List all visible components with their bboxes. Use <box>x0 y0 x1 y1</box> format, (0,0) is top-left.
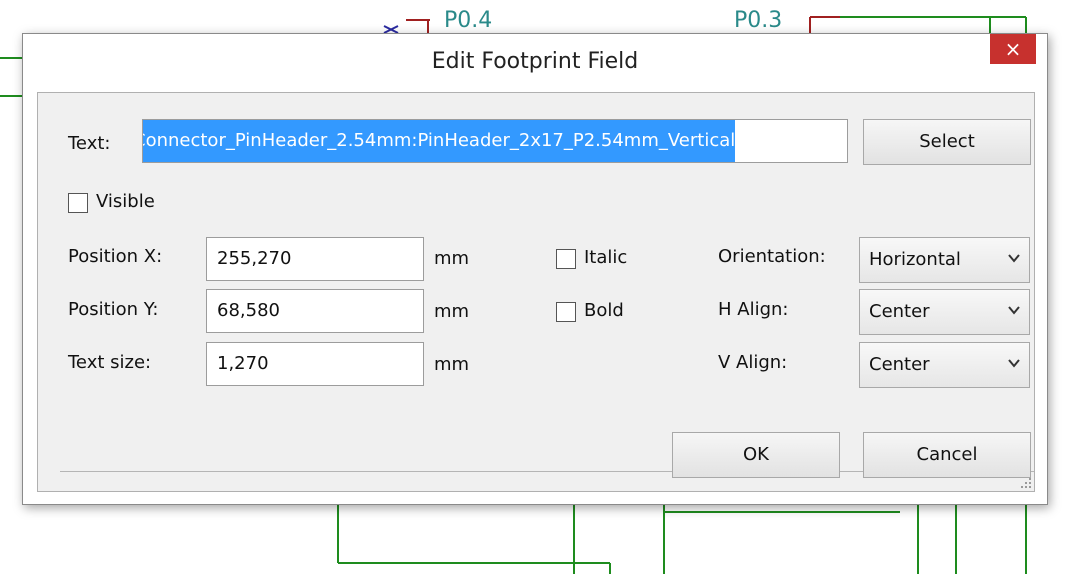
close-button[interactable]: × <box>990 34 1036 64</box>
ok-button[interactable]: OK <box>672 432 840 478</box>
position-y-label: Position Y: <box>68 299 159 320</box>
dialog-body: Text: Connector_PinHeader_2.54mm:PinHead… <box>37 92 1035 492</box>
position-y-field[interactable]: 68,580 <box>206 289 424 333</box>
edit-footprint-field-dialog: Edit Footprint Field × Text: Connector_P… <box>22 33 1048 505</box>
orientation-value: Horizontal <box>869 249 961 270</box>
chevron-down-icon <box>1008 306 1020 315</box>
italic-label: Italic <box>584 247 628 268</box>
bold-checkbox[interactable] <box>556 302 576 322</box>
orientation-dropdown[interactable]: Horizontal <box>859 237 1030 283</box>
text-size-field[interactable]: 1,270 <box>206 342 424 386</box>
v-align-label: V Align: <box>718 352 788 373</box>
h-align-label: H Align: <box>718 299 789 320</box>
visible-label: Visible <box>96 191 155 212</box>
position-x-label: Position X: <box>68 246 163 267</box>
v-align-dropdown[interactable]: Center <box>859 342 1030 388</box>
select-button[interactable]: Select <box>863 119 1031 165</box>
resize-grip-icon[interactable] <box>1020 477 1032 489</box>
text-size-unit: mm <box>434 354 470 375</box>
h-align-dropdown[interactable]: Center <box>859 289 1030 335</box>
visible-checkbox[interactable] <box>68 193 88 213</box>
text-field-value: Connector_PinHeader_2.54mm:PinHeader_2x1… <box>143 120 736 162</box>
text-label: Text: <box>68 133 111 154</box>
italic-checkbox[interactable] <box>556 249 576 269</box>
position-x-field[interactable]: 255,270 <box>206 237 424 281</box>
dialog-titlebar[interactable]: Edit Footprint Field × <box>23 34 1047 92</box>
v-align-value: Center <box>869 354 930 375</box>
text-field[interactable]: Connector_PinHeader_2.54mm:PinHeader_2x1… <box>142 119 848 163</box>
chevron-down-icon <box>1008 254 1020 263</box>
h-align-value: Center <box>869 301 930 322</box>
orientation-label: Orientation: <box>718 246 826 267</box>
dialog-title: Edit Footprint Field <box>431 49 639 74</box>
net-label-p03: P0.3 <box>734 8 783 33</box>
bold-label: Bold <box>584 300 624 321</box>
net-label-p04: P0.4 <box>444 8 493 33</box>
chevron-down-icon <box>1008 359 1020 368</box>
cancel-button[interactable]: Cancel <box>863 432 1031 478</box>
text-size-label: Text size: <box>68 352 152 373</box>
close-icon: × <box>1004 37 1022 61</box>
position-y-unit: mm <box>434 301 470 322</box>
position-x-unit: mm <box>434 248 470 269</box>
